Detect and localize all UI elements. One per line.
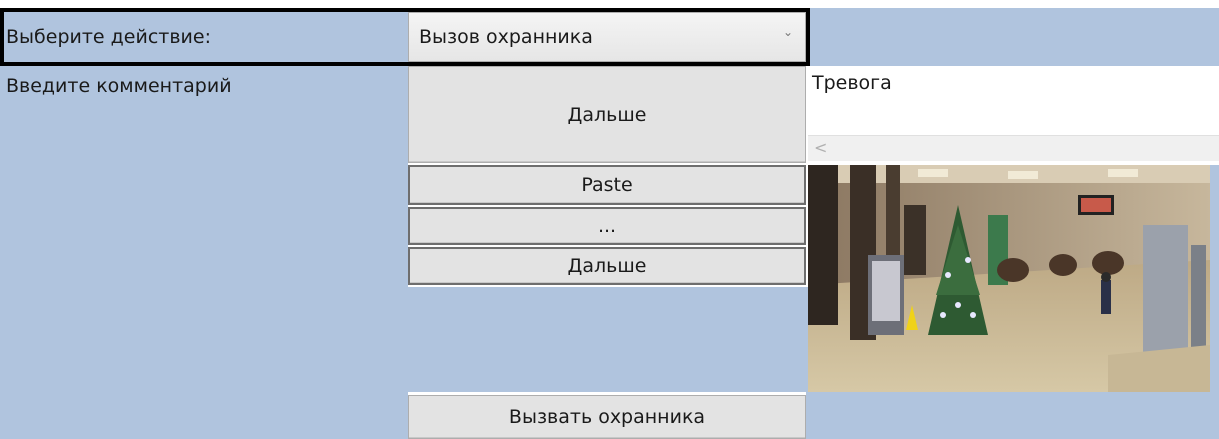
- action-label-cell: Выберите действие:: [0, 8, 408, 66]
- comment-text-area[interactable]: Тревога: [808, 66, 1219, 135]
- call-guard-button[interactable]: Вызвать охранника: [408, 395, 806, 439]
- keypad-left-panel: [0, 163, 408, 392]
- ellipsis-button-label: ...: [597, 215, 617, 237]
- footer-left-panel: [0, 392, 408, 439]
- keypad-under-panel: [408, 287, 808, 392]
- comment-label-cell: Введите комментарий: [0, 66, 408, 163]
- action-select-value: Вызов охранника: [419, 26, 593, 48]
- camera-right-spacer: [1210, 165, 1219, 392]
- next-button-top[interactable]: Дальше: [408, 66, 806, 163]
- chevron-down-icon: ⌄: [782, 25, 793, 39]
- comment-label: Введите комментарий: [6, 75, 232, 97]
- action-label: Выберите действие:: [6, 26, 211, 48]
- next-button-top-label: Дальше: [567, 103, 647, 126]
- action-row-spacer: [810, 8, 1219, 66]
- call-guard-button-label: Вызвать охранника: [508, 406, 706, 428]
- chevron-left-icon[interactable]: <: [814, 138, 827, 157]
- paste-button-label: Paste: [581, 174, 633, 196]
- camera-image: [808, 165, 1210, 392]
- camera-frame: [808, 165, 1210, 392]
- next-button-keypad[interactable]: Дальше: [408, 247, 806, 285]
- ellipsis-button[interactable]: ...: [408, 207, 806, 245]
- comment-textarea[interactable]: Тревога <: [808, 66, 1219, 163]
- footer-right-panel: [806, 392, 1219, 439]
- comment-hscrollbar[interactable]: <: [808, 135, 1219, 161]
- next-button-keypad-label: Дальше: [567, 255, 647, 277]
- comment-text: Тревога: [812, 72, 892, 94]
- action-select[interactable]: Вызов охранника ⌄: [408, 12, 806, 62]
- paste-button[interactable]: Paste: [408, 165, 806, 205]
